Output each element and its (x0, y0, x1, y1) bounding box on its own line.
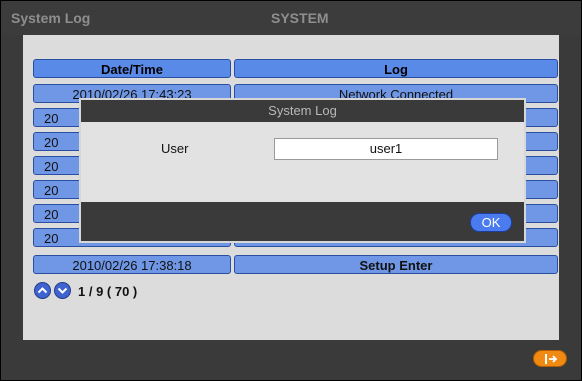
user-field[interactable]: user1 (274, 138, 498, 160)
table-row-log[interactable]: Setup Enter (234, 255, 558, 274)
user-label: User (161, 141, 189, 156)
system-log-window: System Log SYSTEM Date/Time Log 2010/02/… (0, 0, 582, 381)
column-header-log[interactable]: Log (234, 59, 558, 78)
chevron-up-icon (37, 287, 48, 294)
window-title: System Log (11, 10, 91, 26)
title-bar: System Log SYSTEM (1, 1, 581, 35)
section-title: SYSTEM (271, 10, 329, 26)
page-up-button[interactable] (34, 282, 51, 299)
chevron-down-icon (57, 287, 68, 294)
page-down-button[interactable] (54, 282, 71, 299)
exit-button[interactable] (533, 350, 567, 367)
column-header-datetime[interactable]: Date/Time (33, 59, 231, 78)
ok-button[interactable]: OK (470, 213, 512, 232)
dialog-title: System Log (81, 100, 524, 122)
exit-icon (545, 354, 558, 364)
dialog-body: User user1 (81, 122, 524, 202)
page-indicator: 1 / 9 ( 70 ) (78, 284, 138, 299)
bottom-bar (1, 340, 581, 380)
system-log-dialog: System Log User user1 OK (79, 98, 526, 243)
table-row-datetime[interactable]: 2010/02/26 17:38:18 (33, 255, 231, 274)
